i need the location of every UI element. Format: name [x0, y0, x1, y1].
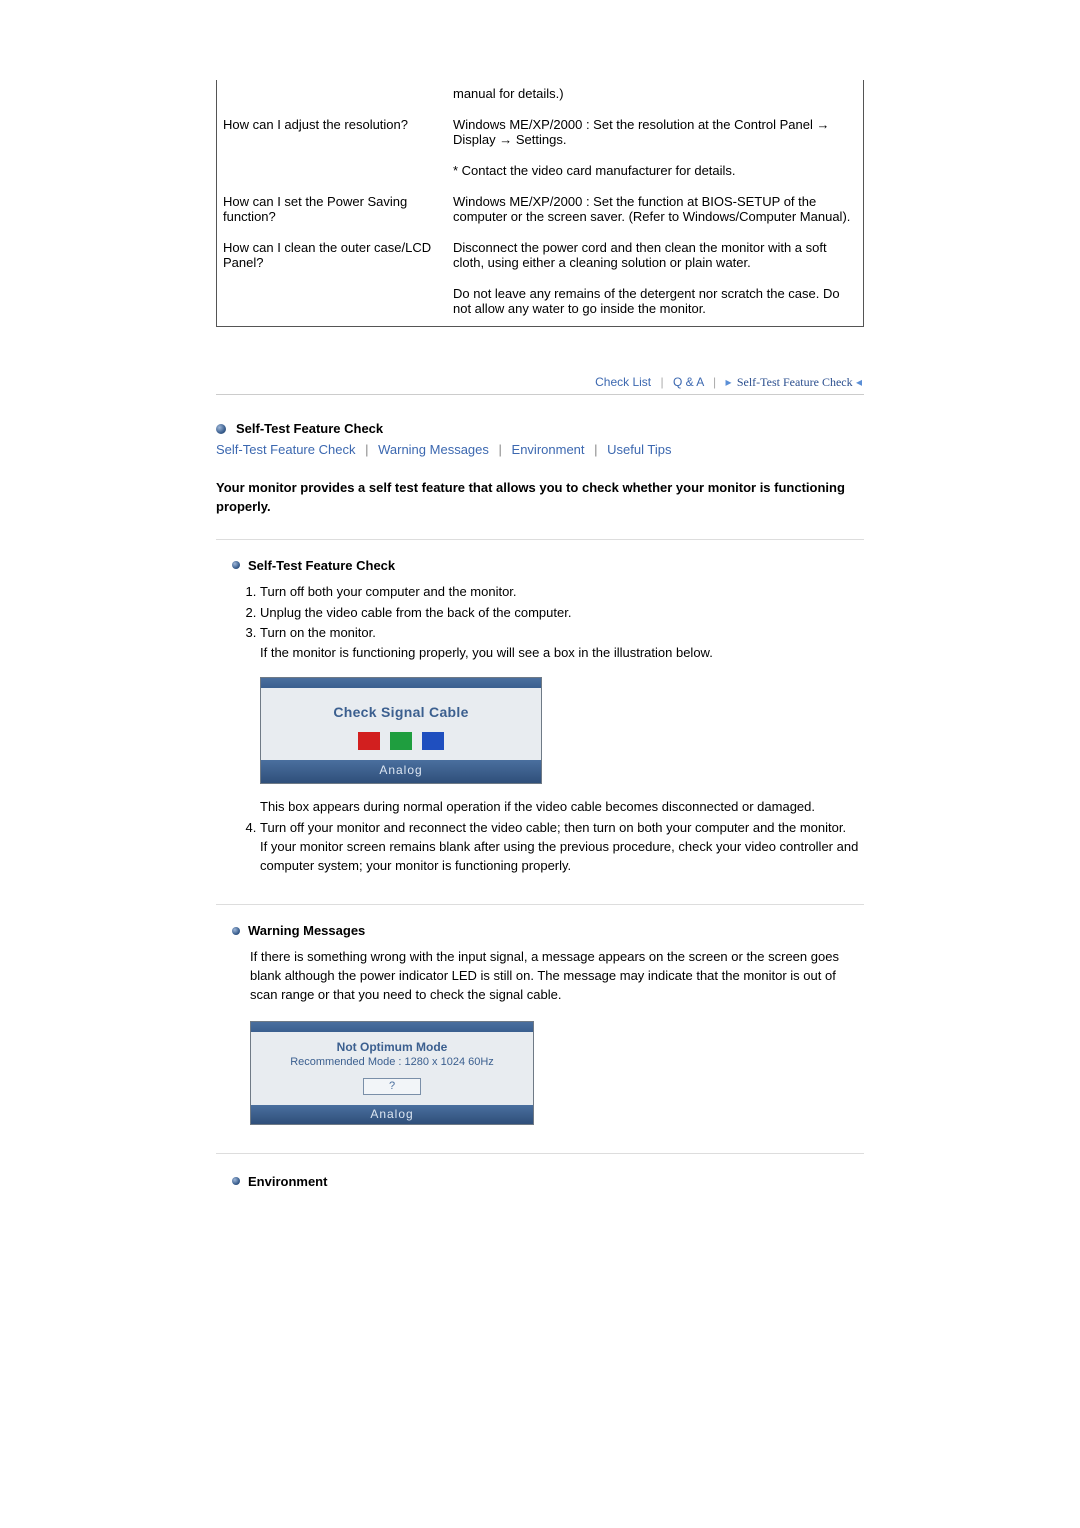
subsection-heading: Self-Test Feature Check: [232, 558, 864, 573]
separator: |: [499, 442, 502, 457]
osd-line1: Not Optimum Mode: [257, 1040, 527, 1054]
separator: |: [365, 442, 368, 457]
green-swatch-icon: [390, 732, 412, 750]
tab-q-and-a[interactable]: Q & A: [673, 375, 704, 389]
subsection-warning-messages: Warning Messages If there is something w…: [216, 923, 864, 1154]
bullet-icon: [216, 424, 226, 434]
osd-titlebar: [261, 678, 541, 688]
red-swatch-icon: [358, 732, 380, 750]
separator: |: [594, 442, 597, 457]
subsection-heading: Environment: [232, 1174, 864, 1189]
page-content: manual for details.) How can I adjust th…: [216, 0, 864, 1249]
link-useful-tips[interactable]: Useful Tips: [607, 442, 671, 457]
subsection-title: Environment: [248, 1174, 327, 1189]
bullet-icon: [232, 927, 240, 935]
osd-mode-label: Analog: [261, 760, 541, 782]
bullet-icon: [232, 561, 240, 569]
osd-line2: Recommended Mode : 1280 x 1024 60Hz: [257, 1056, 527, 1068]
separator: |: [660, 375, 663, 389]
section-heading: Self-Test Feature Check: [216, 421, 864, 436]
qa-answer: Disconnect the power cord and then clean…: [447, 234, 864, 280]
table-row: manual for details.): [217, 80, 864, 111]
qa-question: [217, 80, 448, 111]
table-row: How can I set the Power Saving function?…: [217, 188, 864, 234]
section-sublinks: Self-Test Feature Check | Warning Messag…: [216, 442, 864, 457]
link-environment[interactable]: Environment: [512, 442, 585, 457]
subsection-environment: Environment: [216, 1174, 864, 1189]
list-item: Turn off your monitor and reconnect the …: [260, 819, 864, 877]
section-nav-tabs: Check List | Q & A | ▸ Self-Test Feature…: [216, 375, 864, 395]
tab-check-list[interactable]: Check List: [595, 375, 651, 389]
active-tab-marker-icon: ◂: [856, 375, 862, 389]
qa-answer-extra: * Contact the video card manufacturer fo…: [447, 157, 864, 188]
subsection-title: Warning Messages: [248, 923, 365, 938]
qa-question: How can I adjust the resolution?: [217, 111, 448, 188]
osd-not-optimum-illustration: Not Optimum Mode Recommended Mode : 1280…: [250, 1021, 534, 1125]
osd-help-button: ?: [363, 1078, 421, 1095]
divider: [216, 1153, 864, 1154]
link-warning-messages[interactable]: Warning Messages: [378, 442, 489, 457]
active-tab-marker-icon: ▸: [725, 375, 731, 389]
osd-body: Not Optimum Mode Recommended Mode : 1280…: [251, 1032, 533, 1105]
section-intro: Your monitor provides a self test featur…: [216, 479, 864, 540]
osd-mode-label: Analog: [251, 1105, 533, 1124]
qa-question: How can I clean the outer case/LCD Panel…: [217, 234, 448, 327]
table-row: How can I adjust the resolution? Windows…: [217, 111, 864, 157]
list-item: Turn on the monitor. If the monitor is f…: [260, 624, 864, 816]
link-self-test[interactable]: Self-Test Feature Check: [216, 442, 355, 457]
bullet-icon: [232, 1177, 240, 1185]
osd-check-signal-illustration: Check Signal Cable Analog: [260, 677, 542, 784]
step-text: Turn on the monitor.: [260, 625, 376, 640]
self-test-steps: Turn off both your computer and the moni…: [238, 583, 864, 876]
osd-body: Check Signal Cable: [261, 688, 541, 760]
qa-answer-extra: Do not leave any remains of the detergen…: [447, 280, 864, 327]
osd-message: Check Signal Cable: [269, 702, 533, 722]
blue-swatch-icon: [422, 732, 444, 750]
subsection-heading: Warning Messages: [232, 923, 864, 938]
qa-answer: manual for details.): [447, 80, 864, 111]
section-title: Self-Test Feature Check: [236, 421, 383, 436]
separator: |: [713, 375, 716, 389]
osd-titlebar: [251, 1022, 533, 1032]
osd-caption: This box appears during normal operation…: [260, 798, 864, 817]
subsection-title: Self-Test Feature Check: [248, 558, 395, 573]
qa-answer: Windows ME/XP/2000 : Set the resolution …: [447, 111, 864, 157]
step-text: Unplug the video cable from the back of …: [260, 605, 571, 620]
qa-answer: Windows ME/XP/2000 : Set the function at…: [447, 188, 864, 234]
table-row: How can I clean the outer case/LCD Panel…: [217, 234, 864, 280]
list-item: Unplug the video cable from the back of …: [260, 604, 864, 623]
step-text: Turn off your monitor and reconnect the …: [260, 820, 846, 835]
subsection-self-test: Self-Test Feature Check Turn off both yo…: [216, 558, 864, 905]
list-item: Turn off both your computer and the moni…: [260, 583, 864, 602]
step-subtext: If your monitor screen remains blank aft…: [260, 838, 864, 876]
qa-question: How can I set the Power Saving function?: [217, 188, 448, 234]
step-text: Turn off both your computer and the moni…: [260, 584, 517, 599]
divider: [216, 904, 864, 905]
rgb-swatches: [269, 732, 533, 750]
warning-body-text: If there is something wrong with the inp…: [250, 948, 864, 1005]
qa-table: manual for details.) How can I adjust th…: [216, 80, 864, 327]
tab-self-test[interactable]: Self-Test Feature Check: [737, 375, 853, 389]
step-subtext: If the monitor is functioning properly, …: [260, 644, 864, 663]
